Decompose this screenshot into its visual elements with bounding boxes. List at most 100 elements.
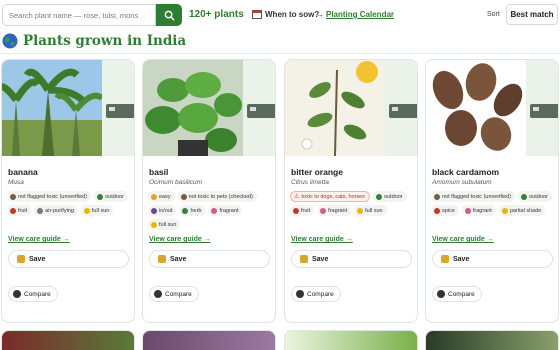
leaf-icon bbox=[97, 193, 104, 200]
compare-button[interactable]: Compare bbox=[432, 286, 482, 302]
care-guide-link[interactable]: View care guide → bbox=[149, 236, 211, 243]
tag-light: full sun bbox=[148, 219, 181, 230]
when-to-sow-label: When to sow? bbox=[265, 10, 320, 19]
plant-latin-name: Citrus limetta bbox=[291, 179, 329, 186]
save-button[interactable]: Save bbox=[8, 250, 129, 268]
plant-photo[interactable] bbox=[143, 60, 243, 156]
globe-icon bbox=[2, 33, 18, 49]
tag-feature: air-purifying bbox=[34, 205, 78, 216]
tag-location: outdoor bbox=[94, 191, 128, 202]
compare-icon bbox=[296, 290, 304, 298]
wind-icon bbox=[37, 207, 44, 214]
search-icon bbox=[164, 10, 175, 21]
page-title: Plants grown in India bbox=[23, 33, 187, 49]
save-button[interactable]: Save bbox=[149, 250, 270, 268]
compare-icon bbox=[13, 290, 21, 298]
toxicity-warning-badge: ⚠ toxic to dogs, cats, horses bbox=[290, 191, 370, 202]
fruit-icon bbox=[293, 207, 299, 214]
tag-feature: fragrant bbox=[461, 205, 496, 216]
tag-list: not flagged toxic (unverified) outdoor f… bbox=[7, 191, 133, 216]
plant-photo[interactable] bbox=[285, 60, 385, 156]
bookmark-icon bbox=[441, 255, 449, 263]
tag-type: spice bbox=[431, 205, 459, 216]
arrow-text: → bbox=[316, 10, 324, 19]
save-button[interactable]: Save bbox=[291, 250, 412, 268]
tag-feature: fragrant bbox=[317, 205, 352, 216]
care-guide-link[interactable]: View care guide → bbox=[291, 236, 353, 243]
tag-location: in/out bbox=[148, 205, 177, 216]
search-button[interactable] bbox=[156, 4, 182, 26]
card-image-area bbox=[2, 60, 134, 156]
plant-card-partial[interactable] bbox=[1, 330, 135, 350]
tag-light: partial shade bbox=[498, 205, 546, 216]
sun-icon bbox=[83, 207, 90, 214]
tag-type: fruit bbox=[7, 205, 32, 216]
sun-icon bbox=[501, 207, 508, 214]
compare-button[interactable]: Compare bbox=[8, 286, 58, 302]
sun-icon bbox=[357, 207, 364, 214]
card-image-area bbox=[285, 60, 417, 156]
tag-list: not flagged toxic (unverified) outdoor s… bbox=[431, 191, 557, 216]
tag-list: easy not toxic to pets (checked) in/out … bbox=[148, 191, 274, 230]
plant-card-partial[interactable] bbox=[142, 330, 276, 350]
plant-latin-name: Musa bbox=[8, 179, 24, 186]
tag-feature: fragrant bbox=[208, 205, 243, 216]
plant-name: banana bbox=[8, 167, 38, 177]
tag-location: outdoor bbox=[518, 191, 552, 202]
tag-light: full sun bbox=[80, 205, 114, 216]
sprout-icon bbox=[151, 193, 157, 200]
image-count-badge bbox=[106, 104, 134, 118]
image-count-badge bbox=[389, 104, 417, 118]
search-input[interactable] bbox=[2, 4, 156, 26]
sun-icon bbox=[151, 221, 157, 228]
plant-name: black cardamom bbox=[432, 167, 500, 177]
tag-toxicity: not toxic to pets (checked) bbox=[177, 191, 257, 202]
house-icon bbox=[151, 207, 157, 214]
planting-calendar-link[interactable]: Planting Calendar bbox=[326, 10, 394, 19]
top-bar: 120+ plants When to sow? → Planting Cale… bbox=[0, 0, 560, 30]
leaf-icon bbox=[182, 207, 189, 214]
tag-type: fruit bbox=[290, 205, 315, 216]
flower-icon bbox=[320, 207, 327, 214]
plant-photo[interactable] bbox=[426, 60, 526, 156]
plant-photo[interactable] bbox=[2, 60, 102, 156]
plant-name: bitter orange bbox=[291, 167, 343, 177]
tag-toxicity: not flagged toxic (unverified) bbox=[7, 191, 92, 202]
plant-latin-name: Amomum subulatum bbox=[432, 179, 492, 186]
calendar-icon bbox=[252, 10, 262, 19]
compare-icon bbox=[437, 290, 445, 298]
tag-location: outdoor bbox=[372, 191, 407, 202]
care-guide-link[interactable]: View care guide → bbox=[432, 236, 494, 243]
flower-icon bbox=[211, 207, 218, 214]
care-guide-link[interactable]: View care guide → bbox=[8, 236, 70, 243]
bookmark-icon bbox=[17, 255, 25, 263]
plant-latin-name: Ocimum basilicum bbox=[149, 179, 203, 186]
compare-button[interactable]: Compare bbox=[149, 286, 199, 302]
paw-icon bbox=[180, 193, 187, 200]
tag-difficulty: easy bbox=[148, 191, 175, 202]
plant-card: black cardamom Amomum subulatum not flag… bbox=[425, 59, 559, 323]
tag-toxicity: not flagged toxic (unverified) bbox=[431, 191, 516, 202]
save-button[interactable]: Save bbox=[432, 250, 553, 268]
image-count-badge bbox=[247, 104, 275, 118]
tag-light: full sun bbox=[354, 205, 387, 216]
plant-card-partial[interactable] bbox=[425, 330, 559, 350]
chili-icon bbox=[434, 207, 440, 214]
plant-card-partial[interactable] bbox=[284, 330, 418, 350]
image-count-badge bbox=[530, 104, 558, 118]
warning-icon: ⚠ bbox=[294, 194, 300, 200]
leaf-icon bbox=[375, 193, 382, 200]
sort-label: Sort bbox=[487, 11, 500, 18]
fruit-icon bbox=[10, 207, 16, 214]
paw-icon bbox=[434, 193, 440, 200]
bookmark-icon bbox=[158, 255, 166, 263]
compare-button[interactable]: Compare bbox=[291, 286, 341, 302]
tag-type: herb bbox=[179, 205, 206, 216]
divider bbox=[0, 53, 560, 54]
plant-card: banana Musa not flagged toxic (unverifie… bbox=[1, 59, 135, 323]
compare-icon bbox=[154, 290, 162, 298]
sort-select[interactable]: Best match bbox=[506, 4, 558, 25]
paw-icon bbox=[10, 193, 16, 200]
plant-card: basil Ocimum basilicum easy not toxic to… bbox=[142, 59, 276, 323]
leaf-icon bbox=[521, 193, 528, 200]
